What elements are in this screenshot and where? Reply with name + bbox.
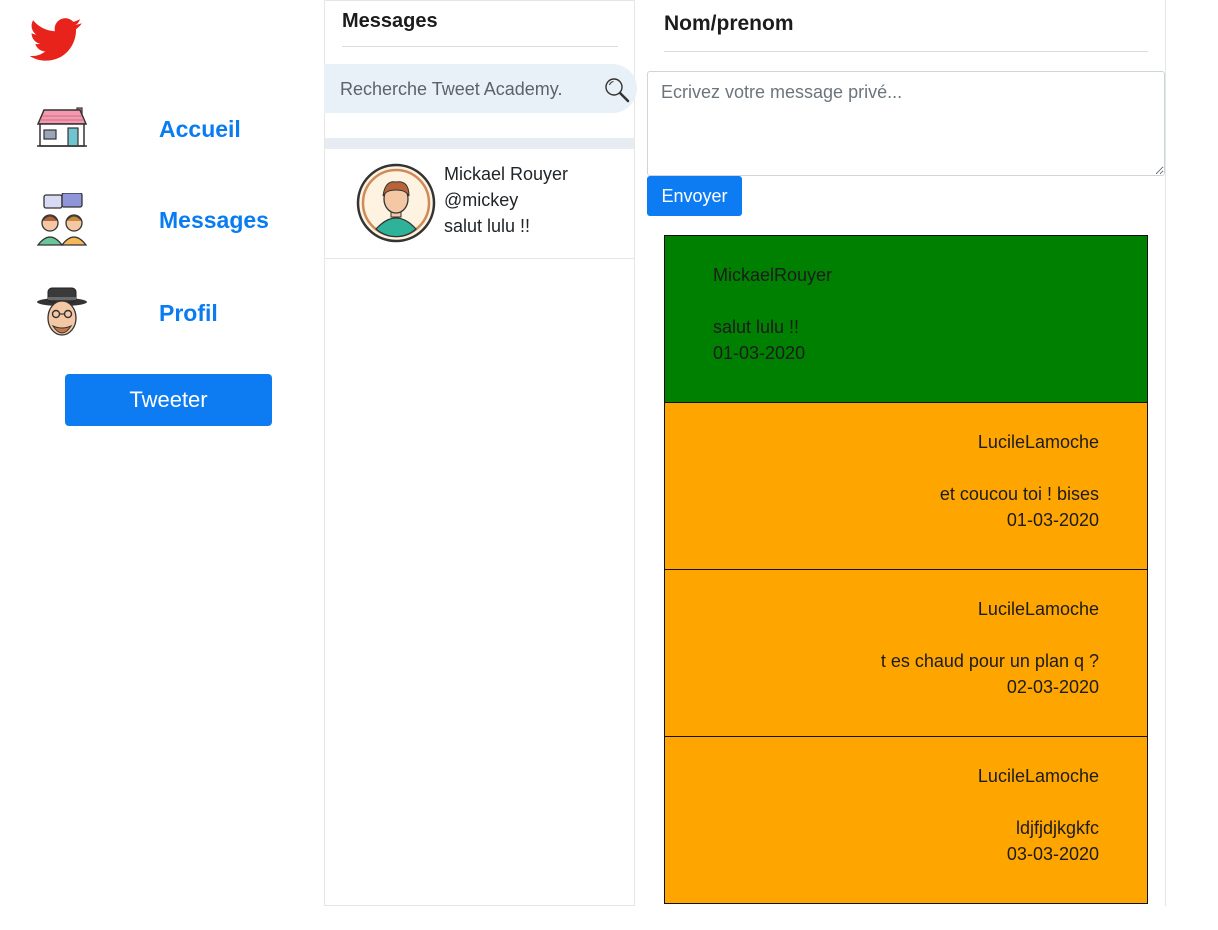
- search-icon[interactable]: [603, 76, 631, 104]
- message-input[interactable]: [647, 71, 1165, 176]
- profile-avatar-icon: [34, 286, 90, 342]
- divider: [342, 46, 618, 47]
- message-author: LucileLamoche: [977, 599, 1099, 619]
- sidebar: Accueil Messages Profil Tweeter: [0, 0, 324, 930]
- message-bubble: LucileLamoche t es chaud pour un plan q …: [664, 569, 1148, 737]
- message-bubble: MickaelRouyer salut lulu !! 01-03-2020: [664, 235, 1148, 403]
- chat-panel: Nom/prenom Envoyer MickaelRouyer salut l…: [635, 0, 1166, 906]
- send-button[interactable]: Envoyer: [647, 176, 742, 216]
- message-text: ldjfjdjkgkfc: [1015, 818, 1099, 838]
- house-icon: [34, 102, 90, 158]
- message-author: LucileLamoche: [977, 432, 1099, 452]
- conversation-item[interactable]: Mickael Rouyer @mickey salut lulu !!: [325, 149, 634, 259]
- conversation-text: Mickael Rouyer @mickey salut lulu !!: [444, 161, 568, 239]
- nav-label-accueil[interactable]: Accueil: [159, 116, 241, 143]
- divider: [664, 51, 1148, 52]
- message-bubble: LucileLamoche et coucou toi ! bises 01-0…: [664, 402, 1148, 570]
- conversation-last-message: salut lulu !!: [444, 216, 531, 236]
- conversation-handle: @mickey: [444, 190, 519, 210]
- message-author: MickaelRouyer: [713, 265, 833, 285]
- search-bar: [324, 64, 637, 113]
- avatar: [356, 163, 436, 243]
- message-text: t es chaud pour un plan q ?: [880, 651, 1099, 671]
- message-list: MickaelRouyer salut lulu !! 01-03-2020 L…: [664, 235, 1148, 904]
- nav-label-messages[interactable]: Messages: [159, 207, 269, 234]
- message-date: 01-03-2020: [1006, 510, 1099, 530]
- message-author: LucileLamoche: [977, 766, 1099, 786]
- nav-label-profil[interactable]: Profil: [159, 300, 218, 327]
- search-input[interactable]: [340, 74, 590, 104]
- message-bubble: LucileLamoche ldjfjdjkgkfc 03-03-2020: [664, 736, 1148, 904]
- conversations-panel: Messages Mickael Rouyer @mickey: [324, 0, 637, 906]
- nav-item-profil[interactable]: Profil: [34, 286, 304, 346]
- message-date: 03-03-2020: [1006, 844, 1099, 864]
- tweet-button[interactable]: Tweeter: [65, 374, 272, 426]
- twitter-bird-icon[interactable]: [29, 18, 83, 62]
- message-text: et coucou toi ! bises: [939, 484, 1099, 504]
- conversation-name: Mickael Rouyer: [444, 164, 569, 184]
- divider: [325, 138, 634, 149]
- message-text: salut lulu !!: [713, 317, 800, 337]
- conversations-title: Messages: [342, 10, 438, 32]
- chat-title: Nom/prenom: [664, 12, 794, 35]
- message-date: 01-03-2020: [713, 343, 806, 363]
- chat-people-icon: [34, 192, 90, 249]
- nav-item-accueil[interactable]: Accueil: [34, 102, 304, 162]
- message-date: 02-03-2020: [1006, 677, 1099, 697]
- nav-item-messages[interactable]: Messages: [34, 192, 304, 253]
